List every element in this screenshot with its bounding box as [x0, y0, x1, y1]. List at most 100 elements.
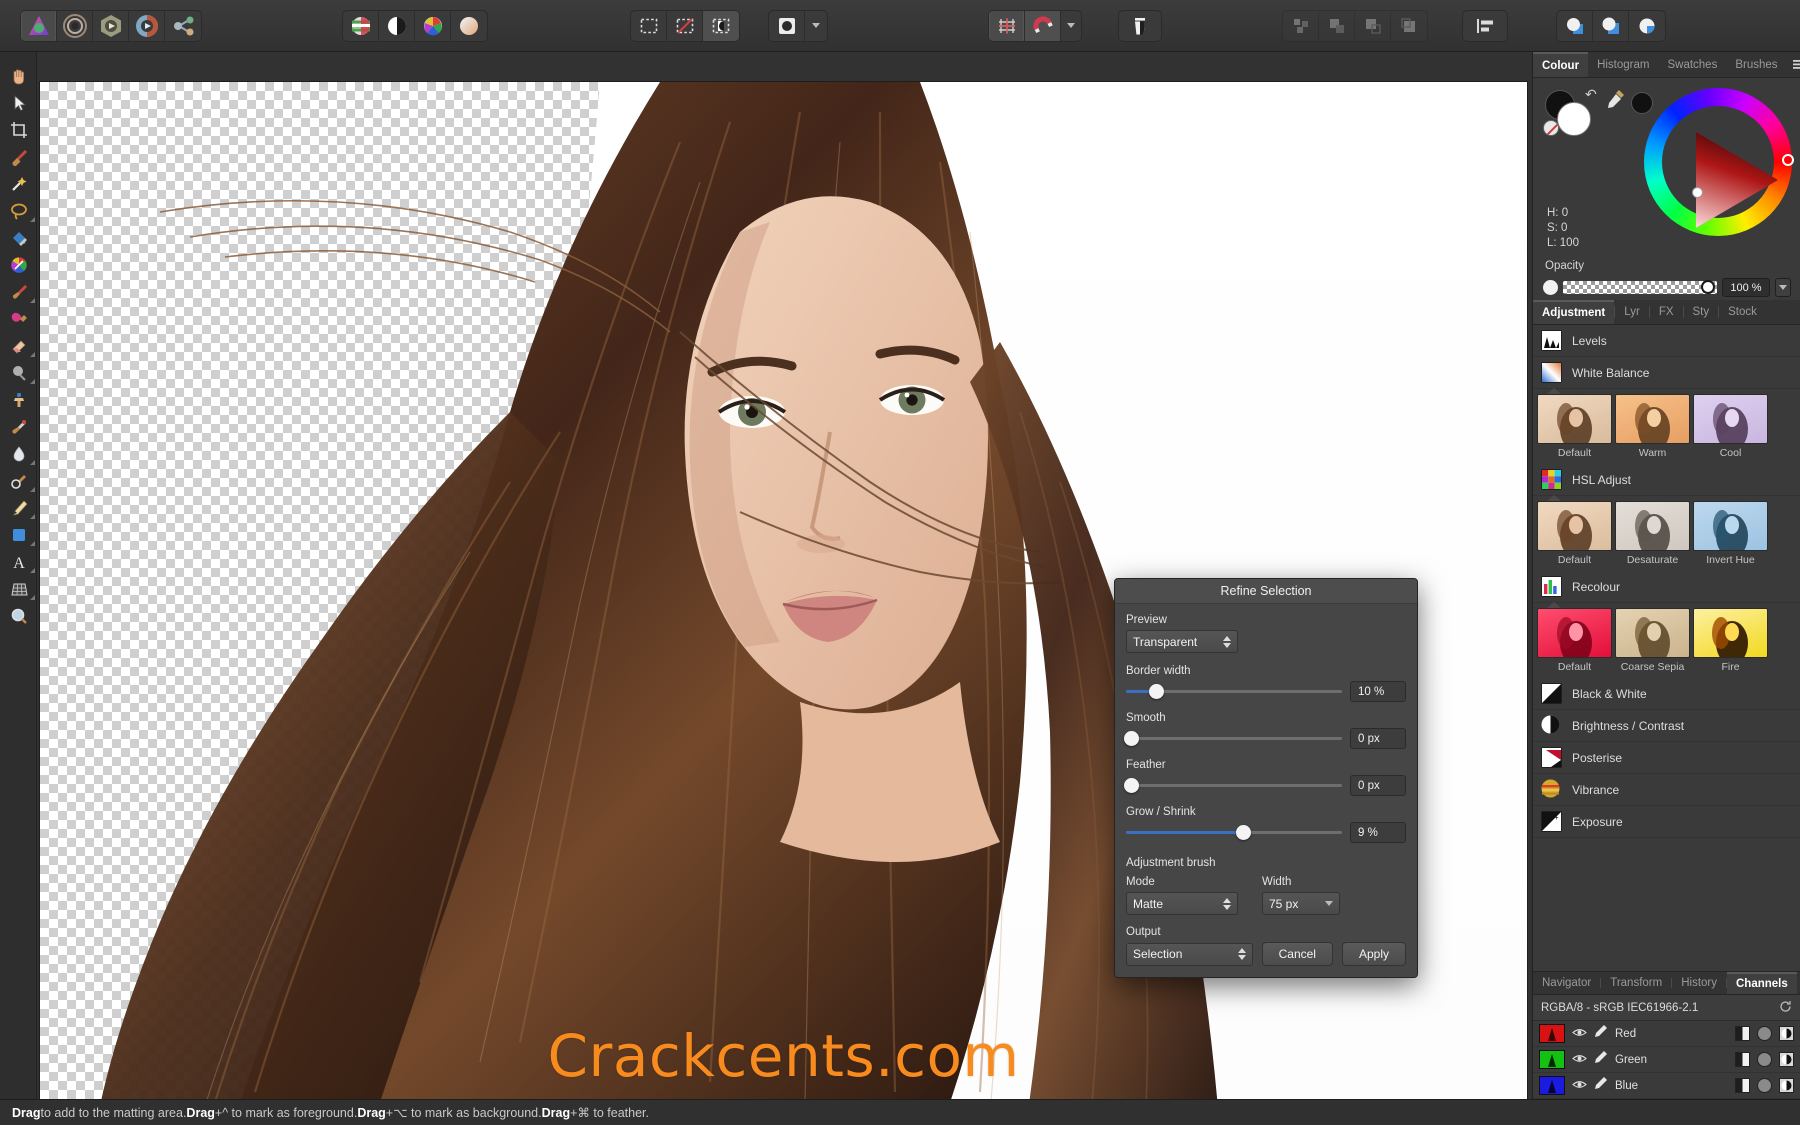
- tool-colour-picker[interactable]: [0, 251, 37, 278]
- adjustment-vibrance[interactable]: Vibrance: [1533, 774, 1800, 806]
- channel-greyscale-button[interactable]: [1735, 1052, 1750, 1067]
- tab-swatches[interactable]: Swatches: [1658, 52, 1726, 77]
- arrange-up-button[interactable]: [1355, 10, 1391, 41]
- snapping-button[interactable]: [1025, 10, 1061, 41]
- grow-shrink-value[interactable]: 9 %: [1350, 822, 1406, 843]
- tool-selection-brush[interactable]: [0, 143, 37, 170]
- opacity-dropdown[interactable]: [1775, 278, 1791, 297]
- tool-paint-mixer-brush[interactable]: [0, 305, 37, 332]
- tool-move[interactable]: [0, 89, 37, 116]
- preset-warm[interactable]: Warm: [1615, 394, 1690, 461]
- colour-picker-eyedropper-icon[interactable]: [1605, 88, 1627, 117]
- tab-colour[interactable]: Colour: [1533, 52, 1589, 77]
- adjustment-black-and-white[interactable]: Black & White: [1533, 678, 1800, 710]
- border-width-value[interactable]: 10 %: [1350, 681, 1406, 702]
- snapshot-dropdown[interactable]: [805, 11, 827, 41]
- deselect-button[interactable]: [667, 10, 703, 41]
- channel-visibility-icon[interactable]: [1572, 1051, 1587, 1069]
- feather-slider[interactable]: [1124, 778, 1342, 793]
- channel-red[interactable]: Red: [1533, 1021, 1800, 1047]
- tab-history[interactable]: History: [1672, 972, 1726, 994]
- refine-selection-button[interactable]: [703, 10, 739, 41]
- tool-erase-brush[interactable]: [0, 332, 37, 359]
- tool-paint-brush[interactable]: [0, 278, 37, 305]
- intersect-shapes-button[interactable]: [1629, 11, 1665, 41]
- adjustment-posterise[interactable]: Posterise: [1533, 742, 1800, 774]
- persona-develop-button[interactable]: [93, 10, 129, 41]
- arrange-back-button[interactable]: [1391, 11, 1427, 41]
- feather-value[interactable]: 0 px: [1350, 775, 1406, 796]
- reset-channels-icon[interactable]: [1779, 1000, 1792, 1016]
- tab-stock[interactable]: Stock: [1719, 300, 1766, 324]
- align-button[interactable]: [1463, 11, 1507, 41]
- add-shapes-button[interactable]: [1557, 10, 1593, 41]
- snapping-dropdown[interactable]: [1061, 11, 1081, 41]
- adjustment-levels[interactable]: Levels: [1533, 325, 1800, 357]
- tool-flood-select[interactable]: [0, 170, 37, 197]
- smooth-value[interactable]: 0 px: [1350, 728, 1406, 749]
- tab-navigator[interactable]: Navigator: [1533, 972, 1600, 994]
- panel-menu-button[interactable]: [1787, 52, 1800, 77]
- channel-blue[interactable]: Blue: [1533, 1073, 1800, 1099]
- persona-tonemapping-button[interactable]: [129, 10, 165, 41]
- channel-green[interactable]: Green: [1533, 1047, 1800, 1073]
- tab-fx[interactable]: FX: [1650, 300, 1683, 324]
- apply-button[interactable]: Apply: [1341, 942, 1406, 966]
- mode-select[interactable]: Matte: [1126, 892, 1238, 915]
- persona-export-button[interactable]: [165, 11, 201, 41]
- saturation-marker[interactable]: [1692, 187, 1703, 198]
- opacity-value[interactable]: 100 %: [1722, 278, 1770, 297]
- preset-invert-hue[interactable]: Invert Hue: [1693, 501, 1768, 568]
- snapshot-button[interactable]: [769, 10, 805, 41]
- tool-flood-fill[interactable]: [0, 224, 37, 251]
- tool-pen[interactable]: [0, 494, 37, 521]
- channel-greyscale-button[interactable]: [1735, 1078, 1750, 1093]
- channel-mask-button[interactable]: [1757, 1026, 1772, 1041]
- split-view-button[interactable]: [343, 10, 379, 41]
- channel-invert-button[interactable]: [1779, 1026, 1794, 1041]
- tool-freehand-selection[interactable]: [0, 197, 37, 224]
- arrange-front-button[interactable]: [1319, 10, 1355, 41]
- tool-smudge-brush[interactable]: [0, 467, 37, 494]
- persona-photo-button[interactable]: [21, 10, 57, 41]
- swap-colours-icon[interactable]: ↶: [1585, 86, 1597, 103]
- channel-visibility-icon[interactable]: [1572, 1077, 1587, 1095]
- tool-blur-brush[interactable]: [0, 440, 37, 467]
- cancel-button[interactable]: Cancel: [1261, 942, 1333, 966]
- tab-histogram[interactable]: Histogram: [1588, 52, 1658, 77]
- slider-knob[interactable]: [1124, 778, 1139, 793]
- tool-inpainting-brush[interactable]: [0, 413, 37, 440]
- adjustment-white-balance[interactable]: White Balance: [1533, 357, 1800, 389]
- preset-desaturate[interactable]: Desaturate: [1615, 501, 1690, 568]
- before-after-view-button[interactable]: [451, 11, 487, 41]
- tool-zoom[interactable]: [0, 602, 37, 629]
- opacity-slider[interactable]: [1563, 280, 1717, 294]
- preset-coarse-sepia[interactable]: Coarse Sepia: [1615, 608, 1690, 675]
- width-select[interactable]: 75 px: [1262, 892, 1340, 915]
- tool-crop[interactable]: [0, 116, 37, 143]
- preset-default[interactable]: Default: [1537, 394, 1612, 461]
- channel-invert-button[interactable]: [1779, 1078, 1794, 1093]
- adjustment-list[interactable]: Levels White Balance Default Warm Cool H…: [1533, 325, 1800, 971]
- tool-artistic-text[interactable]: A: [0, 548, 37, 575]
- slider-knob[interactable]: [1149, 684, 1165, 699]
- tab-adjustment[interactable]: Adjustment: [1533, 300, 1615, 324]
- persona-liquify-button[interactable]: [57, 10, 93, 41]
- tool-dodge-brush[interactable]: [0, 359, 37, 386]
- tab-lyr[interactable]: Lyr: [1615, 300, 1649, 324]
- channel-edit-icon[interactable]: [1594, 1024, 1608, 1043]
- show-grid-button[interactable]: [989, 10, 1025, 41]
- colour-wheel[interactable]: [1644, 88, 1794, 236]
- marquee-select-button[interactable]: [631, 10, 667, 41]
- tab-transform[interactable]: Transform: [1601, 972, 1671, 994]
- channel-greyscale-button[interactable]: [1735, 1026, 1750, 1041]
- output-select[interactable]: Selection: [1126, 942, 1253, 966]
- channel-invert-button[interactable]: [1779, 1052, 1794, 1067]
- subtract-shapes-button[interactable]: [1593, 10, 1629, 41]
- colour-view-button[interactable]: [415, 10, 451, 41]
- adjustment-recolour[interactable]: Recolour: [1533, 571, 1800, 603]
- delete-button[interactable]: [1119, 11, 1161, 41]
- channel-mask-button[interactable]: [1757, 1052, 1772, 1067]
- tab-channels[interactable]: Channels: [1726, 972, 1797, 994]
- channel-edit-icon[interactable]: [1594, 1076, 1608, 1095]
